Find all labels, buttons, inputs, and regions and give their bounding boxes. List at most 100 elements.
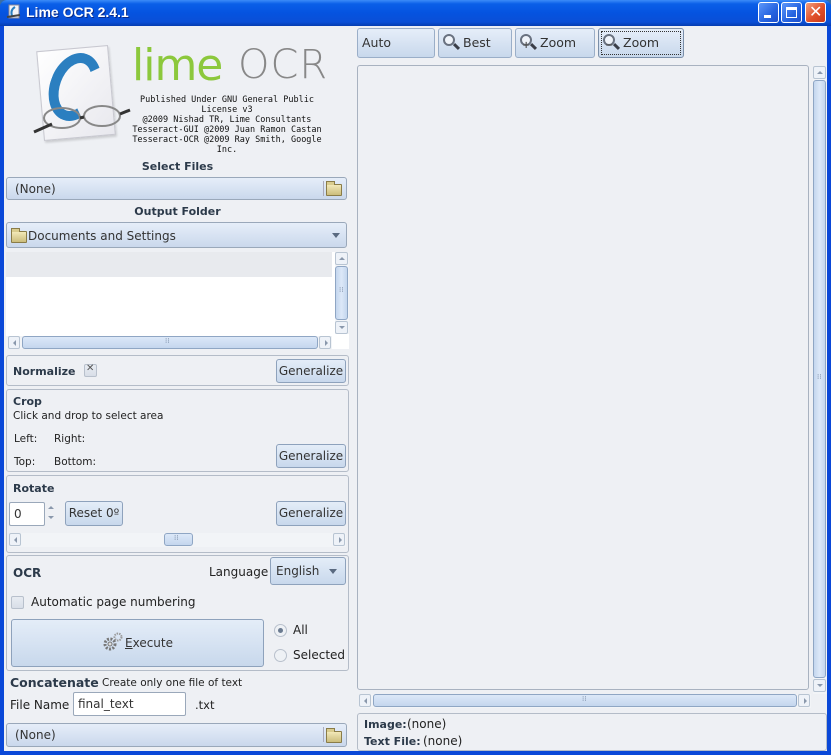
window-title: Lime OCR 2.4.1 (26, 4, 129, 20)
text-file-status-label: Text File: (364, 735, 421, 748)
grip-icon: ⁞⁞ (582, 695, 587, 703)
gears-icon (103, 632, 123, 651)
grip-icon: ⁞⁞ (817, 373, 822, 381)
radio-all-label: All (293, 623, 308, 637)
best-fit-button[interactable]: Best Fit (438, 28, 512, 78)
crop-hint: Click and drop to select area (13, 410, 164, 422)
crop-generalize-button[interactable]: Generalize (276, 444, 346, 468)
normalize-checkbox[interactable]: ✕ (84, 363, 97, 377)
scroll-thumb[interactable]: ⁞⁞ (813, 80, 826, 678)
minimize-button[interactable] (758, 2, 779, 23)
normalize-label: Normalize (13, 365, 76, 378)
radio-selected[interactable] (274, 649, 287, 662)
select-files-field[interactable]: (None) (6, 177, 347, 200)
folder-icon[interactable] (326, 181, 342, 196)
arrow-left-icon (13, 340, 16, 346)
scroll-thumb[interactable]: ⁞⁞ (22, 336, 318, 349)
scroll-left-button[interactable] (8, 336, 20, 349)
file-name-input[interactable]: final_text (73, 692, 186, 716)
auto-page-numbering-checkbox[interactable] (11, 596, 24, 609)
scroll-right-button[interactable] (319, 336, 331, 349)
spin-down-icon[interactable] (48, 516, 54, 519)
arrow-up-icon (339, 257, 345, 260)
crop-right-label: Right: (54, 433, 86, 445)
status-panel: Image: (none) Text File: (none) (357, 713, 827, 751)
scroll-down-button[interactable] (335, 321, 348, 334)
app-icon (6, 4, 21, 19)
arrow-down-icon (339, 326, 345, 329)
zoom-in-label: Zoom (540, 35, 577, 50)
scroll-thumb[interactable]: ⁞⁞ (335, 266, 348, 320)
execute-button[interactable]: Execute (11, 619, 264, 667)
auto-resize-button[interactable]: Auto Resize (357, 28, 435, 78)
image-status-label: Image: (364, 718, 407, 731)
execute-label: xecute (132, 636, 173, 650)
output-folder-dropdown[interactable]: Documents and Settings (6, 222, 347, 248)
select-files-value: (None) (15, 182, 56, 196)
close-button[interactable]: ✕ (805, 2, 826, 23)
zoom-out-button[interactable]: −Zoom Out (598, 28, 684, 78)
viewport-vscrollbar[interactable]: ⁞⁞ (813, 66, 827, 694)
arrow-right-icon (804, 698, 807, 704)
spin-up-icon[interactable] (48, 506, 54, 509)
grip-icon: ⁞⁞ (339, 286, 344, 294)
slider-left-button[interactable] (9, 533, 21, 546)
close-icon: ✕ (809, 2, 823, 21)
logo-lime-text: lime (132, 40, 223, 91)
viewport-hscrollbar[interactable]: ⁞⁞ (359, 694, 811, 708)
normalize-generalize-button[interactable]: Generalize (276, 359, 346, 383)
scroll-right-button[interactable] (798, 694, 810, 707)
language-dropdown[interactable]: English (270, 557, 346, 585)
scroll-left-button[interactable] (359, 694, 371, 707)
crop-left-label: Left: (14, 433, 38, 445)
folder-icon[interactable] (326, 728, 342, 743)
slider-right-button[interactable] (333, 533, 345, 546)
auto-page-numbering-label: Automatic page numbering (31, 595, 196, 609)
scroll-thumb[interactable]: ⁞⁞ (373, 694, 797, 707)
credit-line: Published Under GNU General Public Licen… (140, 95, 314, 115)
arrow-up-icon (817, 71, 823, 74)
arrow-right-icon (325, 340, 328, 346)
lime-ocr-logo: lime OCR Published Under GNU General Pub… (26, 40, 327, 155)
image-viewport[interactable] (357, 65, 809, 690)
file-list-vscrollbar[interactable]: ⁞⁞ (335, 252, 349, 334)
execute-mnemonic: E (125, 636, 133, 650)
file-list-header (6, 252, 332, 277)
zoom-in-button[interactable]: +Zoom In (515, 28, 595, 78)
file-list[interactable]: ⁞⁞ ⁞⁞ (6, 252, 349, 349)
crop-top-label: Top: (14, 456, 36, 468)
crop-bottom-label: Bottom: (54, 456, 97, 468)
rotate-slider[interactable]: ⁞⁞ (9, 533, 346, 547)
zoom-out-icon: − (603, 34, 621, 51)
rotate-label: Rotate (13, 482, 55, 495)
credit-line: @2009 Nishad TR, Lime Consultants (142, 115, 312, 125)
best-fit-icon (443, 34, 461, 51)
left-panel: lime OCR Published Under GNU General Pub… (4, 26, 351, 751)
concatenate-label: Concatenate (10, 675, 99, 690)
language-value: English (276, 564, 320, 578)
rotate-generalize-button[interactable]: Generalize (276, 501, 346, 526)
file-list-hscrollbar[interactable]: ⁞⁞ (6, 336, 332, 349)
rotate-spinner[interactable] (47, 503, 57, 525)
scroll-up-button[interactable] (813, 66, 826, 79)
rotate-angle-input[interactable]: 0 (9, 502, 45, 526)
best-fit-label: Best (463, 35, 491, 50)
grip-icon: ⁞⁞ (165, 337, 170, 345)
title-bar[interactable]: Lime OCR 2.4.1 ✕ (0, 0, 831, 26)
reset-rotation-button[interactable]: Reset 0º (65, 501, 123, 526)
language-label: Language (209, 565, 269, 579)
ocr-panel: OCR Language English Automatic page numb… (6, 555, 349, 671)
concatenate-output-field[interactable]: (None) (6, 723, 347, 747)
credit-line: Tesseract-GUI @2009 Juan Ramon Castan (132, 125, 322, 135)
client-area: lime OCR Published Under GNU General Pub… (4, 26, 827, 751)
scroll-up-button[interactable] (335, 252, 348, 265)
slider-thumb[interactable]: ⁞⁞ (164, 533, 193, 546)
chevron-down-icon (332, 233, 340, 238)
chevron-down-icon (329, 569, 337, 574)
select-files-label: Select Files (141, 160, 214, 173)
radio-all[interactable] (274, 624, 287, 637)
scroll-down-button[interactable] (813, 679, 826, 692)
maximize-button[interactable] (781, 2, 802, 23)
credit-line: Tesseract-OCR @2009 Ray Smith, Google In… (132, 135, 322, 155)
grip-icon: ⁞⁞ (174, 534, 179, 542)
